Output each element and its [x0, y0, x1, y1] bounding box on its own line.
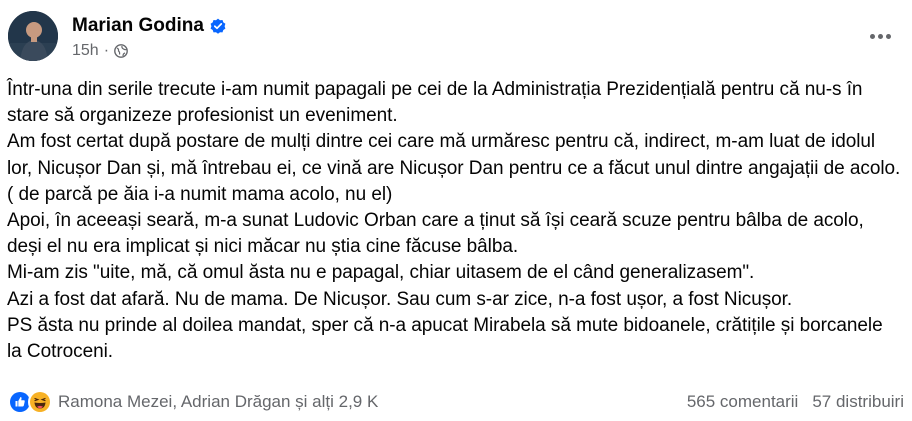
shares-count[interactable]: 57 distribuiri — [812, 392, 904, 412]
more-dot — [877, 33, 883, 39]
post-paragraph: Mi-am zis "uite, mă, că omul ăsta nu e p… — [7, 262, 755, 284]
author-name[interactable]: Marian Godina — [72, 15, 204, 37]
post-paragraph: Într-una din serile trecute i-am numit p… — [7, 79, 863, 127]
separator-dot: · — [103, 41, 110, 59]
post-text: Într-una din serile trecute i-am numit p… — [7, 77, 902, 365]
reactions-summary[interactable]: Ramona Mezei, Adrian Drăgan și alți 2,9 … — [8, 390, 378, 414]
more-options-icon[interactable] — [862, 22, 898, 50]
post-paragraph: Azi a fost dat afară. Nu de mama. De Nic… — [7, 288, 793, 310]
comments-count[interactable]: 565 comentarii — [687, 392, 799, 412]
haha-reaction-icon — [28, 390, 52, 414]
post-timestamp[interactable]: 15h — [72, 42, 99, 60]
post-footer: Ramona Mezei, Adrian Drăgan și alți 2,9 … — [8, 388, 904, 416]
more-dot — [869, 33, 875, 39]
avatar[interactable] — [8, 11, 58, 61]
facebook-post: Marian Godina 15h · Într-una din serile … — [0, 0, 912, 421]
post-paragraph: Am fost certat după postare de mulți din… — [7, 131, 901, 205]
name-row: Marian Godina — [72, 13, 226, 39]
engagement-stats: 565 comentarii 57 distribuiri — [687, 392, 904, 412]
post-header: Marian Godina 15h · — [8, 8, 226, 64]
more-dot — [885, 33, 891, 39]
verified-badge-icon — [210, 18, 226, 34]
post-paragraph: PS ăsta nu prinde al doilea mandat, sper… — [7, 314, 883, 363]
post-paragraph: Apoi, în aceeași seară, m-a sunat Ludovi… — [7, 210, 864, 258]
author-meta: Marian Godina 15h · — [72, 13, 226, 60]
globe-icon[interactable] — [114, 43, 128, 58]
post-sub-meta: 15h · — [72, 42, 226, 60]
reactors-text[interactable]: Ramona Mezei, Adrian Drăgan și alți 2,9 … — [58, 392, 378, 412]
